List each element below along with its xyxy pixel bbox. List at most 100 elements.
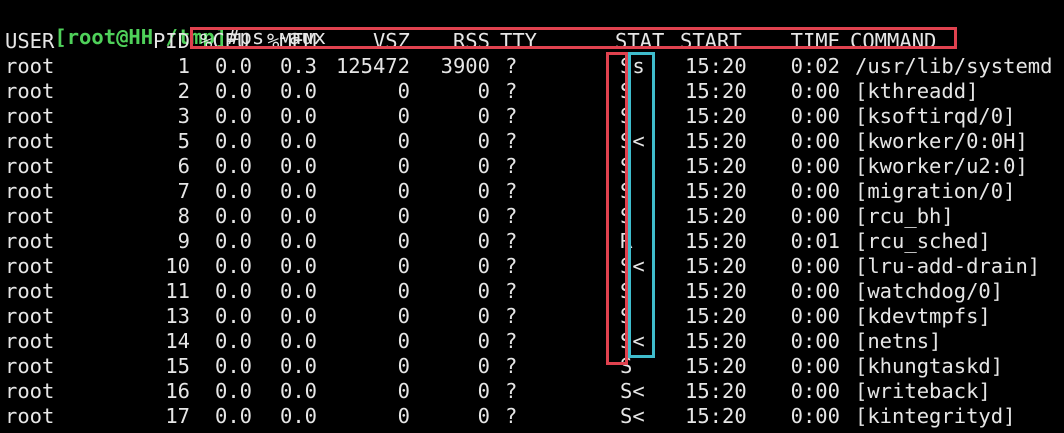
cell-start: 15:20: [685, 154, 747, 178]
cell-mem: 0.0: [280, 379, 318, 403]
cell-pid: 9: [177, 229, 190, 253]
cell-command: [kworker/u2:0]: [855, 154, 1028, 178]
process-row: root 10 0.0 0.0 0 0? S< 15:20 0:00 [lru-add-drain…: [5, 254, 1059, 279]
cell-start: 15:20: [685, 229, 747, 253]
cell-vsz: 125472: [335, 54, 410, 78]
cell-vsz: 0: [397, 229, 410, 253]
cell-rss: 0: [477, 279, 490, 303]
cell-pid: 7: [177, 179, 190, 203]
cell-rss: 0: [477, 304, 490, 328]
cell-stat: S<: [620, 254, 645, 278]
cell-cpu: 0.0: [215, 104, 253, 128]
cell-mem: 0.0: [280, 129, 318, 153]
cell-time: 0:01: [790, 229, 840, 253]
cell-vsz: 0: [397, 254, 410, 278]
cell-pid: 6: [177, 154, 190, 178]
cell-stat: S: [620, 279, 633, 303]
cell-stat: S: [620, 304, 633, 328]
cell-start: 15:20: [685, 329, 747, 353]
header-tty: TTY: [500, 29, 538, 53]
cell-rss: 0: [477, 129, 490, 153]
cell-tty: ?: [505, 179, 518, 203]
cell-user: root: [5, 229, 55, 253]
cell-rss: 0: [477, 354, 490, 378]
cell-mem: 0.0: [280, 304, 318, 328]
cell-vsz: 0: [397, 279, 410, 303]
process-row: root 11 0.0 0.0 0 0? S 15:20 0:00 [watchdog/0]: [5, 279, 1059, 304]
process-row: root 2 0.0 0.0 0 0? S 15:20 0:00 [kthreadd]: [5, 79, 1059, 104]
cell-stat: R: [620, 229, 633, 253]
process-row: root 14 0.0 0.0 0 0? S< 15:20 0:00 [netns]: [5, 329, 1059, 354]
cell-cpu: 0.0: [215, 254, 253, 278]
cell-rss: 0: [477, 79, 490, 103]
cell-vsz: 0: [397, 79, 410, 103]
cell-stat: Ss: [620, 54, 645, 78]
cell-pid: 14: [165, 329, 190, 353]
cell-rss: 0: [477, 254, 490, 278]
cell-pid: 10: [165, 254, 190, 278]
header-start: START: [680, 29, 742, 53]
cell-pid: 13: [165, 304, 190, 328]
cell-stat: S: [620, 104, 633, 128]
header-stat: STAT: [615, 29, 665, 53]
cell-command: /usr/lib/systemd: [855, 54, 1053, 78]
process-row: root 6 0.0 0.0 0 0? S 15:20 0:00 [kworker/u2:0]: [5, 154, 1059, 179]
cell-vsz: 0: [397, 154, 410, 178]
cell-time: 0:00: [790, 279, 840, 303]
cell-tty: ?: [505, 279, 518, 303]
process-row: root 16 0.0 0.0 0 0? S< 15:20 0:00 [writeback]: [5, 379, 1059, 404]
cell-pid: 2: [177, 79, 190, 103]
cell-time: 0:00: [790, 304, 840, 328]
cell-user: root: [5, 104, 55, 128]
cell-command: [kdevtmpfs]: [855, 304, 991, 328]
process-row: root 3 0.0 0.0 0 0? S 15:20 0:00 [ksoftirqd/0]: [5, 104, 1059, 129]
cell-user: root: [5, 179, 55, 203]
cell-pid: 15: [165, 354, 190, 378]
header-time: TIME: [790, 29, 840, 53]
cell-pid: 16: [165, 379, 190, 403]
cell-pid: 17: [165, 404, 190, 428]
cell-mem: 0.3: [280, 54, 318, 78]
cell-rss: 0: [477, 154, 490, 178]
cell-time: 0:00: [790, 79, 840, 103]
terminal-window[interactable]: [root@HH /tmp]#ps -aux USER PID %CPU %ME…: [0, 0, 1064, 433]
cell-tty: ?: [505, 354, 518, 378]
cell-mem: 0.0: [280, 354, 318, 378]
cell-rss: 0: [477, 329, 490, 353]
cell-user: root: [5, 329, 55, 353]
process-row: root 8 0.0 0.0 0 0? S 15:20 0:00 [rcu_bh]: [5, 204, 1059, 229]
cell-stat: S<: [620, 129, 645, 153]
cell-cpu: 0.0: [215, 179, 253, 203]
cell-user: root: [5, 379, 55, 403]
cell-command: [khungtaskd]: [855, 354, 1004, 378]
cell-command: [writeback]: [855, 379, 991, 403]
cell-user: root: [5, 304, 55, 328]
cell-start: 15:20: [685, 354, 747, 378]
cell-time: 0:00: [790, 354, 840, 378]
cell-user: root: [5, 354, 55, 378]
process-row: root 13 0.0 0.0 0 0? S 15:20 0:00 [kdevtmpfs]: [5, 304, 1059, 329]
cell-mem: 0.0: [280, 279, 318, 303]
cell-vsz: 0: [397, 104, 410, 128]
cell-user: root: [5, 279, 55, 303]
cell-rss: 0: [477, 204, 490, 228]
cell-tty: ?: [505, 404, 518, 428]
cell-pid: 5: [177, 129, 190, 153]
cell-time: 0:00: [790, 379, 840, 403]
cell-cpu: 0.0: [215, 154, 253, 178]
cell-tty: ?: [505, 154, 518, 178]
cell-command: [rcu_sched]: [855, 229, 991, 253]
cell-rss: 0: [477, 179, 490, 203]
cell-command: [kthreadd]: [855, 79, 979, 103]
cell-mem: 0.0: [280, 104, 318, 128]
cell-start: 15:20: [685, 404, 747, 428]
cell-command: [lru-add-drain]: [855, 254, 1041, 278]
cell-tty: ?: [505, 254, 518, 278]
cell-user: root: [5, 404, 55, 428]
cell-mem: 0.0: [280, 229, 318, 253]
cell-time: 0:00: [790, 204, 840, 228]
cell-start: 15:20: [685, 204, 747, 228]
cell-mem: 0.0: [280, 404, 318, 428]
cell-vsz: 0: [397, 379, 410, 403]
cell-command: [kintegrityd]: [855, 404, 1016, 428]
